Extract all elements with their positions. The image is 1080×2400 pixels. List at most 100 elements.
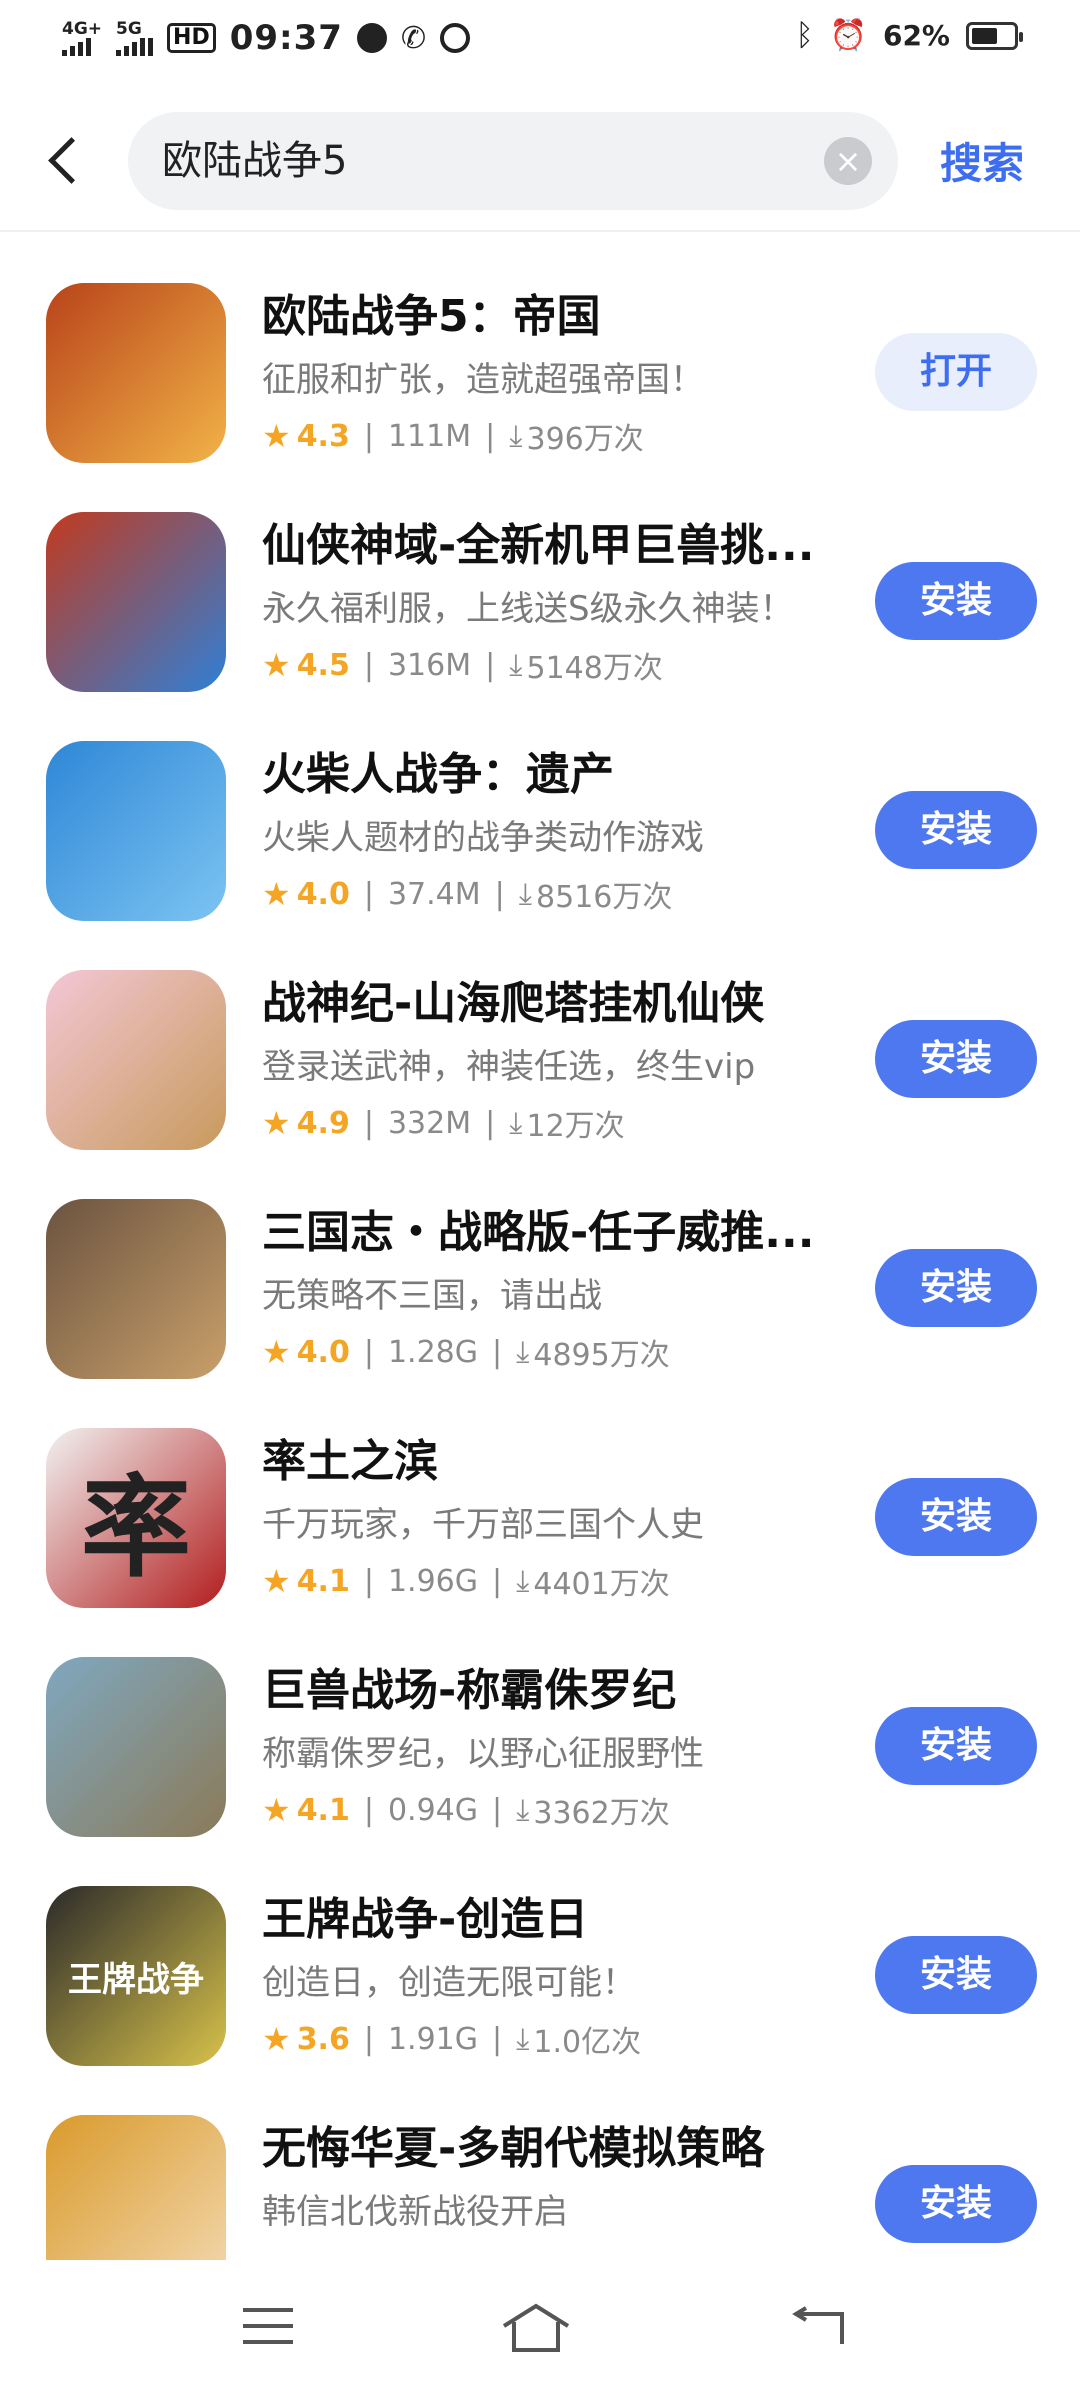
separator: |: [363, 1563, 374, 1599]
app-rating: 4.3: [296, 418, 350, 454]
install-button[interactable]: 安装: [875, 791, 1037, 869]
app-icon[interactable]: [46, 970, 226, 1150]
app-description: 永久福利服，上线送S级永久神装！: [262, 589, 794, 629]
install-button[interactable]: 安装: [875, 1478, 1037, 1556]
network-type-1: 4G+: [62, 19, 103, 39]
app-icon[interactable]: [46, 1199, 226, 1379]
app-downloads: 4401万次: [533, 1567, 670, 1602]
app-name[interactable]: 率土之滨: [262, 1425, 822, 1489]
separator: |: [485, 418, 496, 454]
app-size: 37.4M: [387, 876, 481, 912]
search-button[interactable]: 搜索: [940, 130, 1024, 191]
download-icon: ⤓: [516, 2021, 530, 2057]
app-name[interactable]: 王牌战争-创造日: [262, 1883, 822, 1947]
nav-bar: [0, 2260, 1080, 2400]
app-name[interactable]: 无悔华夏-多朝代模拟策略: [262, 2112, 822, 2176]
app-rating: 4.1: [296, 1563, 350, 1599]
app-description: 千万玩家，千万部三国个人史: [262, 1505, 704, 1545]
call-icon: ✆: [400, 20, 427, 56]
app-size: 0.94G: [387, 1792, 478, 1828]
search-bar[interactable]: 欧陆战争5 ×: [128, 112, 898, 210]
app-icon[interactable]: [46, 741, 226, 921]
app-list-item[interactable]: 火柴人战争：遗产 火柴人题材的战争类动作游戏 ★ 4.0 | 37.4M | ⤓ 8516万次 安…: [0, 718, 1080, 950]
separator: |: [485, 647, 496, 683]
install-button[interactable]: 安装: [875, 1707, 1037, 1785]
app-meta: ★ 4.5 | 316M | ⤓ 5148万次: [262, 643, 663, 687]
app-name[interactable]: 火柴人战争：遗产: [262, 738, 822, 802]
install-button[interactable]: 安装: [875, 562, 1037, 640]
app-icon[interactable]: [46, 283, 226, 463]
app-description: 韩信北伐新战役开启: [262, 2192, 568, 2232]
star-icon: ★: [262, 646, 291, 684]
app-icon[interactable]: 率: [46, 1428, 226, 1608]
separator: |: [492, 1563, 503, 1599]
install-button[interactable]: 安装: [875, 1936, 1037, 2014]
app-name[interactable]: 战神纪-山海爬塔挂机仙侠: [262, 967, 822, 1031]
app-icon[interactable]: 王牌战争: [46, 1886, 226, 2066]
app-rating: 4.0: [296, 1334, 350, 1370]
app-size: 1.96G: [387, 1563, 478, 1599]
app-name[interactable]: 三国志・战略版-任子威推...: [262, 1196, 822, 1260]
app-list-item[interactable]: 巨兽战场-称霸侏罗纪 称霸侏罗纪，以野心征服野性 ★ 4.1 | 0.94G | ⤓ 3362万…: [0, 1634, 1080, 1866]
app-meta: ★ 3.6 | 1.91G | ⤓ 1.0亿次: [262, 2017, 641, 2061]
app-size: 316M: [387, 647, 472, 683]
app-downloads: 12万次: [526, 1109, 625, 1144]
back-icon[interactable]: [790, 2306, 846, 2348]
separator: |: [363, 876, 374, 912]
app-list-item[interactable]: 仙侠神域-全新机甲巨兽挑... 永久福利服，上线送S级永久神装！ ★ 4.5 | 316M…: [0, 489, 1080, 721]
hd-voice-icon: HD: [167, 23, 216, 53]
separator: |: [492, 1792, 503, 1828]
download-icon: ⤓: [509, 418, 523, 454]
app-size: 111M: [387, 418, 472, 454]
install-button[interactable]: 安装: [875, 1249, 1037, 1327]
search-input[interactable]: 欧陆战争5: [162, 112, 347, 210]
battery-percent: 62%: [882, 19, 950, 52]
separator: |: [485, 1105, 496, 1141]
app-icon-logo: 率: [81, 1463, 191, 1592]
app-list-item[interactable]: 王牌战争 王牌战争-创造日 创造日，创造无限可能！ ★ 3.6 | 1.91G | ⤓ 1.0亿次…: [0, 1863, 1080, 2095]
app-list-item[interactable]: 欧陆战争5：帝国 征服和扩张，造就超强帝国！ ★ 4.3 | 111M | ⤓ 396万次 打开: [0, 260, 1080, 492]
app-list-item[interactable]: 率 率土之滨 千万玩家，千万部三国个人史 ★ 4.1 | 1.96G | ⤓ 4401万次 安装: [0, 1405, 1080, 1637]
app-downloads: 4895万次: [533, 1338, 670, 1373]
app-meta: ★ 4.3 | 111M | ⤓ 396万次: [262, 414, 644, 458]
app-name[interactable]: 巨兽战场-称霸侏罗纪: [262, 1654, 822, 1718]
battery-icon: [966, 21, 1023, 50]
timer-icon: [356, 23, 387, 53]
app-name[interactable]: 欧陆战争5：帝国: [262, 280, 822, 344]
app-rating: 3.6: [296, 2021, 350, 2057]
install-button[interactable]: 安装: [875, 1020, 1037, 1098]
install-button[interactable]: 安装: [875, 2165, 1037, 2243]
separator: |: [363, 418, 374, 454]
home-icon[interactable]: [500, 2302, 572, 2354]
signal-icon-2: 5G: [116, 19, 154, 56]
separator: |: [363, 1105, 374, 1141]
star-icon: ★: [262, 1791, 291, 1829]
app-icon[interactable]: [46, 2115, 226, 2260]
app-list-item[interactable]: 战神纪-山海爬塔挂机仙侠 登录送武神，神装任选，终生vip ★ 4.9 | 332M | ⤓ 1…: [0, 947, 1080, 1179]
app-icon[interactable]: [46, 1657, 226, 1837]
app-name[interactable]: 仙侠神域-全新机甲巨兽挑...: [262, 509, 822, 573]
alarm-icon: ⏰: [829, 18, 867, 53]
star-icon: ★: [262, 417, 291, 455]
app-size: 1.28G: [387, 1334, 478, 1370]
star-icon: ★: [262, 2020, 291, 2058]
app-icon[interactable]: [46, 512, 226, 692]
app-description: 称霸侏罗纪，以野心征服野性: [262, 1734, 704, 1774]
back-arrow-icon[interactable]: [40, 130, 95, 190]
app-downloads: 5148万次: [526, 651, 663, 686]
separator: |: [492, 1334, 503, 1370]
app-icon-logo: 王牌战争: [68, 1959, 204, 2000]
app-list-item[interactable]: 三国志・战略版-任子威推... 无策略不三国，请出战 ★ 4.0 | 1.28G | ⤓ 489…: [0, 1176, 1080, 1408]
separator: |: [363, 1792, 374, 1828]
status-time: 09:37: [229, 18, 343, 58]
star-icon: ★: [262, 1333, 291, 1371]
app-description: 征服和扩张，造就超强帝国！: [262, 360, 704, 400]
app-list-item[interactable]: 无悔华夏-多朝代模拟策略韩信北伐新战役开启 安装: [0, 2092, 1080, 2260]
app-description: 火柴人题材的战争类动作游戏: [262, 818, 704, 858]
open-button[interactable]: 打开: [875, 333, 1037, 411]
app-size: 1.91G: [387, 2021, 478, 2057]
menu-icon[interactable]: [243, 2308, 293, 2348]
download-icon: ⤓: [509, 647, 523, 683]
network-type-2: 5G: [116, 19, 142, 39]
close-icon[interactable]: ×: [824, 137, 872, 185]
